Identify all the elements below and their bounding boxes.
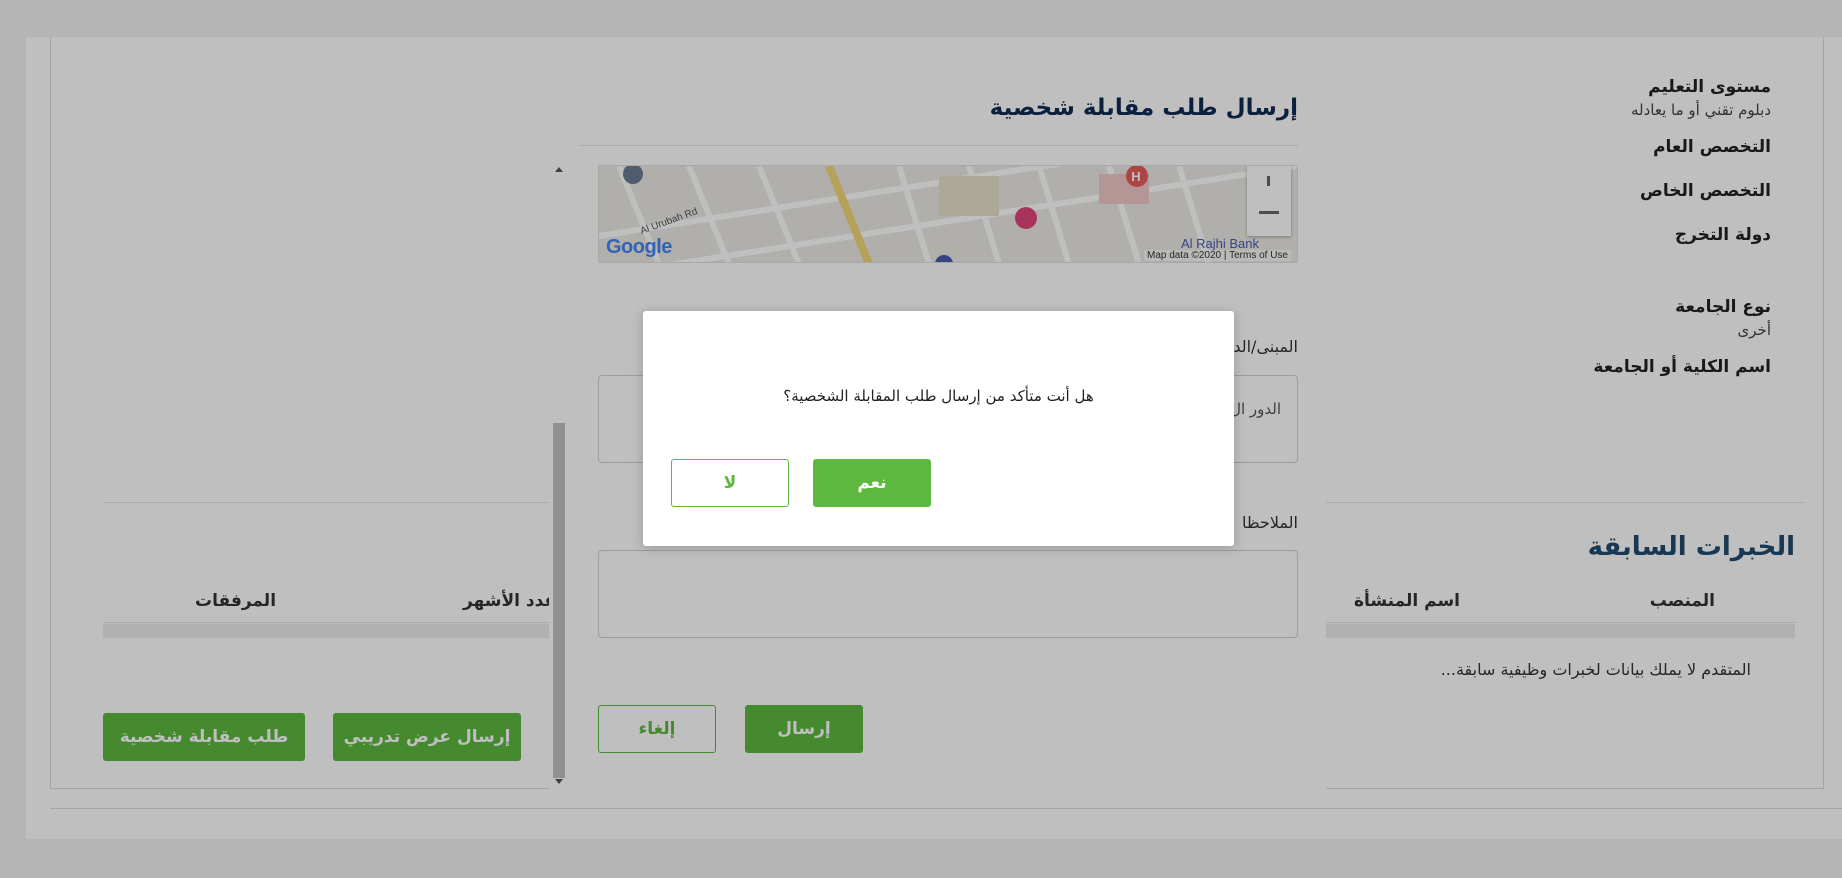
confirm-question: هل أنت متأكد من إرسال طلب المقابلة الشخص… bbox=[783, 387, 1094, 405]
confirm-no-button[interactable]: لا bbox=[671, 459, 789, 507]
confirm-yes-button[interactable]: نعم bbox=[813, 459, 931, 507]
confirm-dialog: هل أنت متأكد من إرسال طلب المقابلة الشخص… bbox=[643, 311, 1234, 546]
